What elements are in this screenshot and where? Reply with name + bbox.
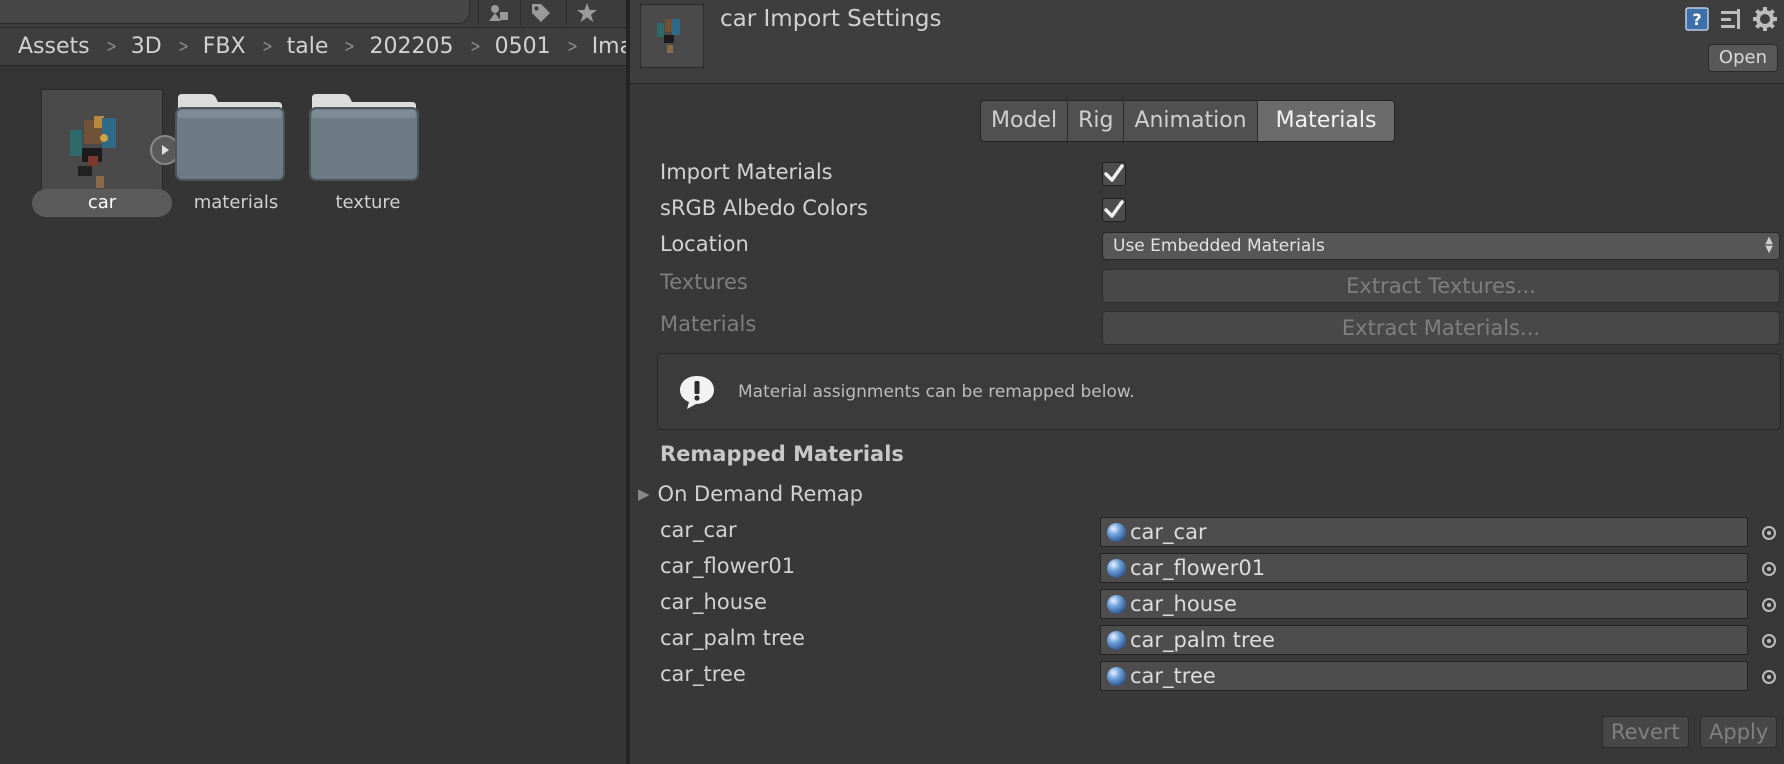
info-speech-bubble-icon bbox=[680, 376, 714, 409]
material-sphere-icon bbox=[1107, 630, 1126, 650]
material-object-field[interactable]: car_flower01 bbox=[1100, 553, 1748, 583]
textures-label: Textures bbox=[660, 270, 748, 294]
apply-button[interactable]: Apply bbox=[1700, 716, 1778, 748]
import-materials-label: Import Materials bbox=[660, 160, 833, 184]
breadcrumb-separator-icon: > bbox=[566, 36, 578, 57]
material-object-value: car_tree bbox=[1130, 664, 1216, 688]
remapped-materials-heading: Remapped Materials bbox=[660, 442, 904, 466]
checkmark-icon bbox=[1104, 164, 1124, 182]
breadcrumb-separator-icon: > bbox=[469, 36, 481, 57]
tab-rig[interactable]: Rig bbox=[1068, 101, 1125, 141]
remap-row-label: car_car bbox=[660, 518, 737, 542]
breadcrumb-item[interactable]: 202205 bbox=[370, 34, 454, 59]
info-message-box: Material assignments can be remapped bel… bbox=[657, 353, 1781, 430]
foldout-arrow-icon: ▶ bbox=[638, 485, 650, 503]
material-object-field[interactable]: car_tree bbox=[1100, 661, 1748, 691]
project-toolbar bbox=[0, 0, 626, 28]
project-search-field[interactable] bbox=[0, 0, 470, 24]
asset-preview-icon bbox=[640, 4, 704, 68]
material-sphere-icon bbox=[1107, 666, 1126, 686]
import-materials-checkbox[interactable] bbox=[1102, 162, 1126, 186]
srgb-albedo-checkbox[interactable] bbox=[1102, 198, 1126, 222]
filter-by-label-icon[interactable] bbox=[520, 0, 560, 26]
inspector-title: car Import Settings bbox=[720, 6, 942, 32]
project-panel: Assets > 3D > FBX > tale > 202205 > 0501… bbox=[0, 0, 626, 764]
breadcrumb: Assets > 3D > FBX > tale > 202205 > 0501… bbox=[0, 28, 626, 66]
asset-grid: car materials texture bbox=[0, 67, 626, 764]
tab-materials[interactable]: Materials bbox=[1257, 101, 1395, 141]
asset-label: materials bbox=[193, 192, 279, 213]
location-label: Location bbox=[660, 232, 749, 256]
object-picker-icon[interactable] bbox=[1762, 634, 1776, 648]
extract-materials-button[interactable]: Extract Materials... bbox=[1102, 311, 1780, 345]
material-sphere-icon bbox=[1107, 558, 1126, 578]
presets-icon[interactable] bbox=[1718, 6, 1744, 32]
inspector-header: car Import Settings ? Open bbox=[630, 0, 1784, 84]
remap-row-label: car_tree bbox=[660, 662, 746, 686]
import-settings-tabs: Model Rig Animation Materials bbox=[980, 100, 1396, 142]
location-dropdown[interactable]: Use Embedded Materials ▲ ▼ bbox=[1102, 232, 1780, 260]
breadcrumb-item[interactable]: Imag bbox=[592, 34, 626, 59]
tab-model[interactable]: Model bbox=[981, 101, 1069, 141]
location-value: Use Embedded Materials bbox=[1113, 236, 1325, 256]
remap-row-label: car_palm tree bbox=[660, 626, 805, 650]
inspector-panel: car Import Settings ? Open Model Rig Ani… bbox=[630, 0, 1784, 764]
help-icon[interactable]: ? bbox=[1684, 6, 1710, 32]
on-demand-remap-foldout[interactable]: ▶ On Demand Remap bbox=[638, 482, 863, 506]
material-object-field[interactable]: car_house bbox=[1100, 589, 1748, 619]
materials-label: Materials bbox=[660, 312, 757, 336]
favorites-star-icon[interactable] bbox=[566, 0, 606, 26]
breadcrumb-separator-icon: > bbox=[344, 36, 356, 57]
asset-label: car bbox=[32, 189, 172, 217]
breadcrumb-item[interactable]: tale bbox=[287, 34, 329, 59]
breadcrumb-separator-icon: > bbox=[105, 36, 117, 57]
asset-label: texture bbox=[335, 192, 401, 213]
revert-button[interactable]: Revert bbox=[1602, 716, 1689, 748]
open-button[interactable]: Open bbox=[1707, 44, 1778, 72]
on-demand-remap-label: On Demand Remap bbox=[657, 482, 864, 506]
folder-icon bbox=[309, 94, 419, 181]
extract-textures-button[interactable]: Extract Textures... bbox=[1102, 269, 1780, 303]
folder-icon bbox=[175, 94, 285, 181]
material-object-value: car_flower01 bbox=[1130, 556, 1266, 580]
info-message-text: Material assignments can be remapped bel… bbox=[738, 382, 1135, 402]
material-object-value: car_house bbox=[1130, 592, 1237, 616]
material-sphere-icon bbox=[1107, 522, 1126, 542]
srgb-albedo-label: sRGB Albedo Colors bbox=[660, 196, 868, 220]
breadcrumb-separator-icon: > bbox=[261, 36, 273, 57]
settings-gear-icon[interactable] bbox=[1752, 6, 1778, 32]
material-object-value: car_palm tree bbox=[1130, 628, 1275, 652]
material-object-field[interactable]: car_palm tree bbox=[1100, 625, 1748, 655]
svg-text:?: ? bbox=[1692, 10, 1701, 29]
material-object-value: car_car bbox=[1130, 520, 1207, 544]
breadcrumb-item[interactable]: Assets bbox=[18, 34, 90, 59]
object-picker-icon[interactable] bbox=[1762, 562, 1776, 576]
breadcrumb-item[interactable]: 3D bbox=[131, 34, 162, 59]
object-picker-icon[interactable] bbox=[1762, 526, 1776, 540]
breadcrumb-item[interactable]: 0501 bbox=[495, 34, 551, 59]
material-object-field[interactable]: car_car bbox=[1100, 517, 1748, 547]
object-picker-icon[interactable] bbox=[1762, 670, 1776, 684]
material-sphere-icon bbox=[1107, 594, 1126, 614]
checkmark-icon bbox=[1104, 200, 1124, 218]
tab-animation[interactable]: Animation bbox=[1124, 101, 1258, 141]
remap-row-label: car_house bbox=[660, 590, 767, 614]
breadcrumb-item[interactable]: FBX bbox=[203, 34, 246, 59]
filter-by-type-icon[interactable] bbox=[478, 0, 518, 26]
object-picker-icon[interactable] bbox=[1762, 598, 1776, 612]
dropdown-arrows-icon: ▲ ▼ bbox=[1765, 235, 1773, 255]
breadcrumb-separator-icon: > bbox=[177, 36, 189, 57]
remap-row-label: car_flower01 bbox=[660, 554, 796, 578]
